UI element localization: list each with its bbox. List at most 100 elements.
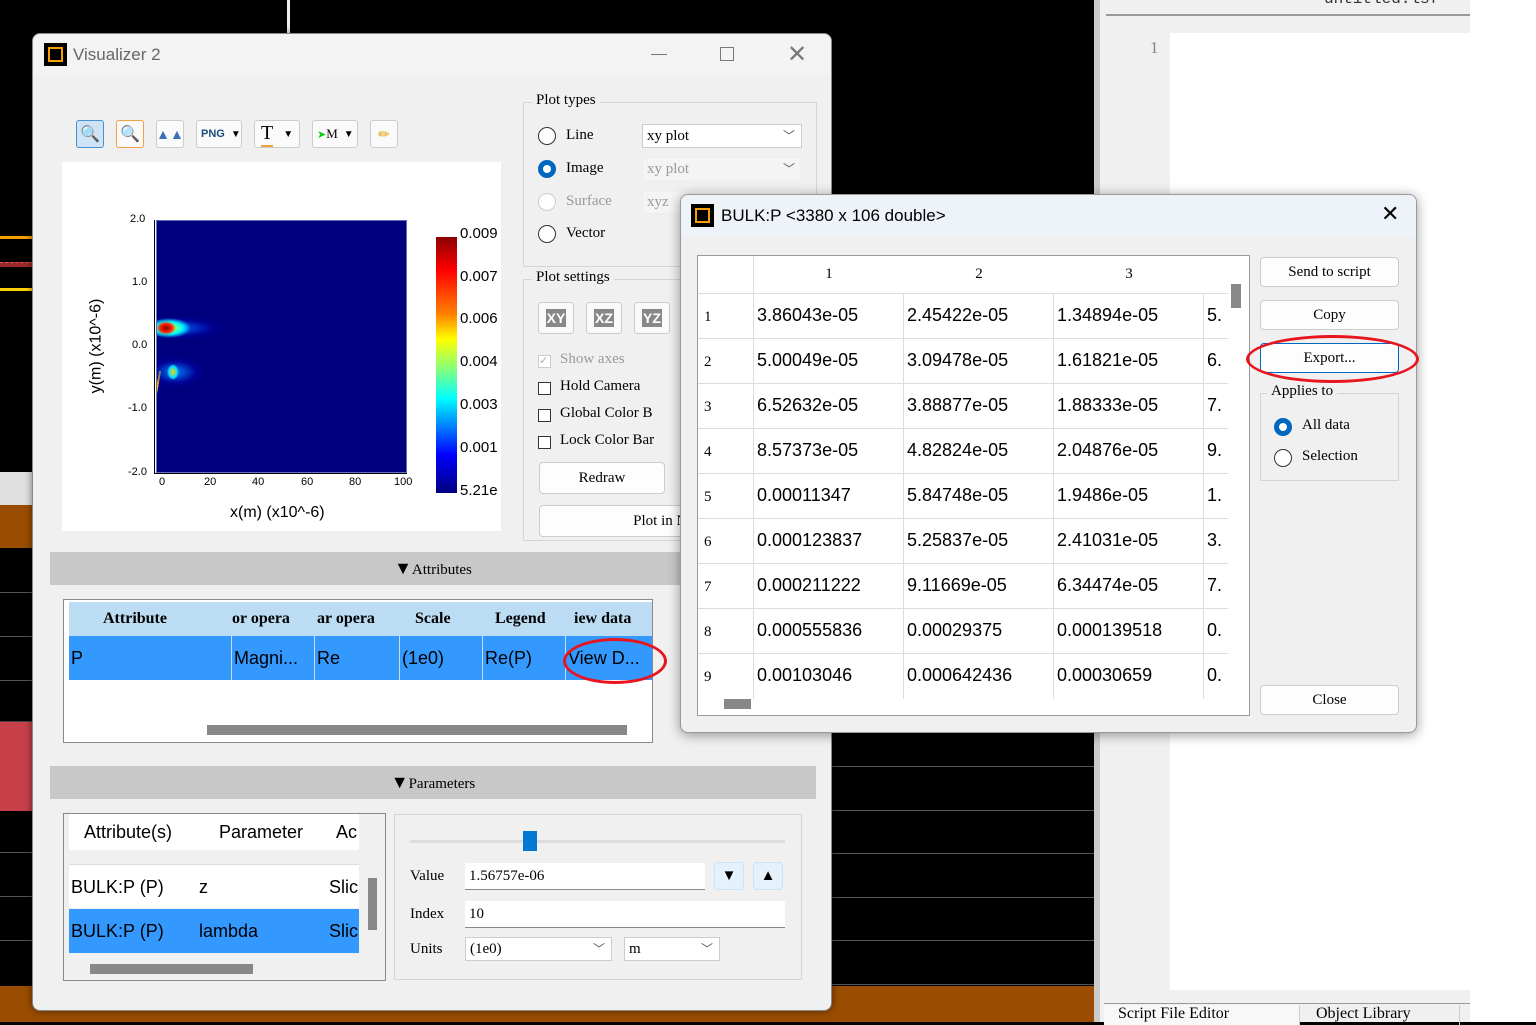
table-row[interactable]: 6 0.000123837 5.25837e-05 2.41031e-05 3.	[698, 518, 1228, 564]
table-cell[interactable]: 7.	[1207, 395, 1222, 416]
minimize-button[interactable]	[651, 54, 667, 55]
table-cell[interactable]: 0.00030659	[1057, 665, 1152, 686]
table-cell[interactable]: 2.04876e-05	[1057, 440, 1158, 461]
table-cell[interactable]: 1.	[1207, 485, 1222, 506]
value-input[interactable]: 1.56757e-06	[465, 863, 705, 890]
table-cell[interactable]: 2.45422e-05	[907, 305, 1008, 326]
line-radio[interactable]	[538, 127, 556, 145]
image-radio[interactable]	[538, 160, 556, 178]
all-data-radio[interactable]	[1274, 418, 1292, 436]
table-row[interactable]: BULK:P (P) lambda Slic	[69, 909, 359, 953]
table-cell[interactable]: 9.	[1207, 440, 1222, 461]
app-logo-icon	[691, 204, 714, 227]
image-plot-combo[interactable]: xy plot ﹀	[642, 157, 802, 181]
view-xy-button[interactable]: XY	[538, 302, 574, 334]
table-cell[interactable]: 5.	[1207, 305, 1222, 326]
table-cell[interactable]: 5.00049e-05	[757, 350, 858, 371]
decrement-button[interactable]: ▼	[714, 862, 744, 890]
table-row[interactable]: 5 0.00011347 5.84748e-05 1.9486e-05 1.	[698, 473, 1228, 519]
copy-button[interactable]: Copy	[1260, 300, 1399, 330]
hold-camera-checkbox[interactable]	[538, 382, 551, 395]
table-cell[interactable]: 1.88333e-05	[1057, 395, 1158, 416]
table-row[interactable]: 7 0.000211222 9.11669e-05 6.34474e-05 7.	[698, 563, 1228, 609]
table-cell[interactable]: 3.09478e-05	[907, 350, 1008, 371]
view-xz-button[interactable]: XZ	[586, 302, 622, 334]
vertical-scrollbar[interactable]	[1231, 284, 1241, 308]
send-to-script-button[interactable]: Send to script	[1260, 257, 1399, 287]
close-button[interactable]: ✕	[787, 40, 807, 69]
dialog-close-icon[interactable]: ✕	[1381, 201, 1399, 227]
table-cell[interactable]: 6.34474e-05	[1057, 575, 1158, 596]
zoom-reset-button[interactable]: 🔍	[76, 120, 104, 148]
index-input[interactable]: 10	[465, 901, 785, 928]
selection-radio[interactable]	[1274, 449, 1292, 467]
mountain-view-button[interactable]: ▲▲	[156, 120, 184, 148]
table-cell[interactable]: 0.000211222	[757, 575, 861, 596]
horizontal-scrollbar[interactable]	[90, 964, 253, 974]
column-header[interactable]: 1	[754, 266, 904, 283]
matlab-export-button[interactable]: ➤ M ▼	[312, 120, 358, 148]
table-cell[interactable]: 0.00103046	[757, 665, 852, 686]
view-yz-button[interactable]: YZ	[634, 302, 670, 334]
table-row[interactable]: 1 3.86043e-05 2.45422e-05 1.34894e-05 5.	[698, 293, 1228, 339]
table-row[interactable]: 3 6.52632e-05 3.88877e-05 1.88333e-05 7.	[698, 383, 1228, 429]
zoom-region-button[interactable]: 🔍	[116, 120, 144, 148]
show-axes-checkbox[interactable]: ✓	[538, 355, 551, 368]
table-cell[interactable]: 4.82824e-05	[907, 440, 1008, 461]
table-cell[interactable]: 6.	[1207, 350, 1222, 371]
horizontal-scrollbar[interactable]	[207, 725, 627, 735]
table-cell[interactable]: 3.	[1207, 530, 1222, 551]
pencil-button[interactable]: ✏	[370, 120, 398, 148]
table-cell[interactable]: 0.000123837	[757, 530, 862, 551]
table-cell[interactable]: 7.	[1207, 575, 1222, 596]
vertical-scrollbar[interactable]	[368, 878, 377, 930]
maximize-button[interactable]	[720, 47, 734, 61]
text-button[interactable]: T ▼	[254, 120, 300, 148]
vector-radio[interactable]	[538, 225, 556, 243]
table-cell[interactable]: 5.25837e-05	[907, 530, 1008, 551]
table-cell[interactable]: 0.	[1207, 620, 1222, 641]
increment-button[interactable]: ▲	[753, 862, 783, 890]
table-cell[interactable]: 0.00029375	[907, 620, 1002, 641]
redraw-button[interactable]: Redraw	[539, 462, 665, 494]
column-header[interactable]: 3	[1054, 266, 1204, 283]
table-cell[interactable]: 6.52632e-05	[757, 395, 858, 416]
table-row[interactable]: 4 8.57373e-05 4.82824e-05 2.04876e-05 9.	[698, 428, 1228, 474]
png-export-button[interactable]: PNG ▼	[196, 120, 242, 148]
x-tick: 0	[159, 476, 166, 488]
horizontal-scrollbar[interactable]	[724, 699, 751, 709]
table-cell[interactable]: 1.61821e-05	[1057, 350, 1158, 371]
table-row[interactable]: BULK:P (P) z Slic	[69, 864, 359, 908]
table-cell[interactable]: 1.9486e-05	[1057, 485, 1148, 506]
table-row[interactable]: 9 0.00103046 0.000642436 0.00030659 0.	[698, 653, 1228, 699]
surface-radio[interactable]	[538, 193, 556, 211]
lock-color-bar-checkbox[interactable]	[538, 436, 551, 449]
table-cell[interactable]: 0.00011347	[757, 485, 851, 506]
units-combo[interactable]: m ﹀	[624, 937, 720, 961]
table-cell[interactable]: 8.57373e-05	[757, 440, 858, 461]
table-cell[interactable]: 2.41031e-05	[1057, 530, 1158, 551]
table-cell[interactable]: 3.88877e-05	[907, 395, 1008, 416]
table-row[interactable]: 8 0.000555836 0.00029375 0.000139518 0.	[698, 608, 1228, 654]
units-scale-combo[interactable]: (1e0) ﹀	[465, 937, 612, 961]
tab-script-file-editor[interactable]: Script File Editor	[1104, 1005, 1300, 1025]
table-row[interactable]: 2 5.00049e-05 3.09478e-05 1.61821e-05 6.	[698, 338, 1228, 384]
column-header[interactable]: 2	[904, 266, 1054, 283]
line-plot-combo[interactable]: xy plot ﹀	[642, 124, 802, 148]
plot-in-new-button[interactable]: Plot in Ne	[539, 505, 699, 537]
table-cell[interactable]: 0.000555836	[757, 620, 862, 641]
table-cell[interactable]: 1.34894e-05	[1057, 305, 1158, 326]
close-dialog-button[interactable]: Close	[1260, 685, 1399, 715]
parameter-slider-handle[interactable]	[523, 831, 537, 851]
tab-object-library[interactable]: Object Library	[1300, 1005, 1460, 1025]
table-cell[interactable]: 5.84748e-05	[907, 485, 1008, 506]
table-cell[interactable]: 0.000642436	[907, 665, 1012, 686]
table-cell[interactable]: 0.000139518	[1057, 620, 1162, 641]
parameter-slider-track[interactable]	[410, 840, 785, 843]
table-cell[interactable]: 3.86043e-05	[757, 305, 858, 326]
plot-canvas[interactable]: 2.0 1.0 0.0 -1.0 -2.0 0 20 40 60 80 100 …	[62, 162, 501, 531]
table-cell[interactable]: 0.	[1207, 665, 1222, 686]
table-cell[interactable]: 9.11669e-05	[907, 575, 1007, 596]
parameters-header[interactable]: ▼Parameters	[50, 766, 816, 799]
global-color-bar-checkbox[interactable]	[538, 409, 551, 422]
